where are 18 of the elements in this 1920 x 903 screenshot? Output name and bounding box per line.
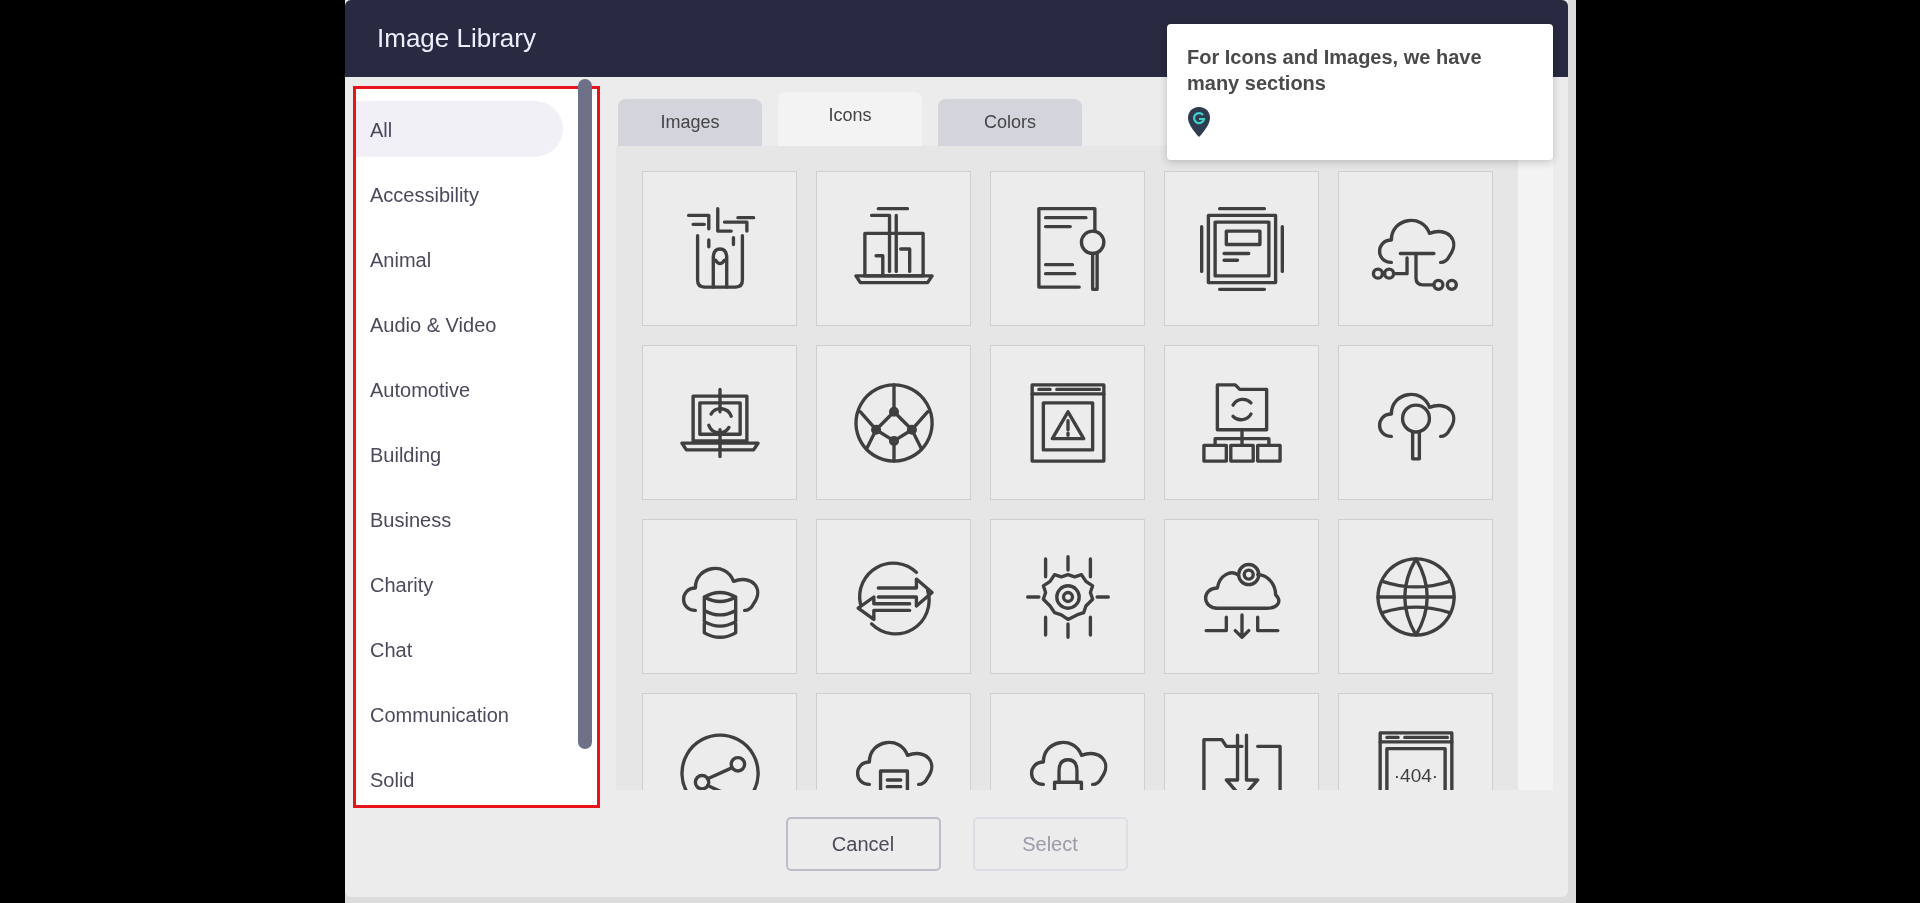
category-item[interactable]: Charity — [356, 556, 563, 612]
category-item[interactable]: Communication — [356, 686, 563, 742]
category-item[interactable]: Chat — [356, 621, 563, 677]
tab[interactable]: Colors — [938, 99, 1082, 146]
tab[interactable]: Images — [618, 99, 762, 146]
category-item[interactable]: Automotive — [356, 361, 563, 417]
tooltip-text: For Icons and Images, we have many sections — [1187, 45, 1483, 96]
category-item[interactable]: Animal — [356, 231, 563, 287]
icon-tile[interactable]: ·404· — [1338, 693, 1493, 790]
category-item[interactable]: Business — [356, 491, 563, 547]
cancel-button[interactable]: Cancel — [785, 817, 941, 871]
category-item[interactable]: Accessibility — [356, 166, 563, 222]
category-item[interactable]: Building — [356, 426, 563, 482]
tab[interactable]: Icons — [778, 92, 922, 146]
category-item[interactable]: All — [356, 101, 563, 157]
category-item[interactable]: Solid — [356, 751, 563, 807]
category-item[interactable]: Audio & Video — [356, 296, 563, 352]
dialog-title: Image Library — [377, 22, 536, 55]
